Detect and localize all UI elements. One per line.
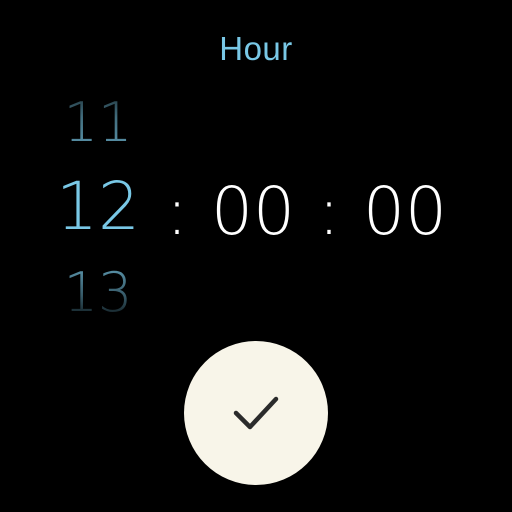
hour-option-previous[interactable]: 11 <box>48 96 148 150</box>
hour-picker[interactable]: 11 12 13 <box>48 90 148 330</box>
confirm-button[interactable] <box>184 341 328 485</box>
hour-option-next[interactable]: 13 <box>48 266 148 320</box>
hour-option-selected[interactable]: 12 <box>48 174 148 240</box>
time-separator: : <box>165 173 189 250</box>
minutes-value[interactable]: 00 <box>194 179 312 245</box>
time-remainder: : 00 : 00 <box>160 172 464 252</box>
seconds-value[interactable]: 00 <box>346 179 464 245</box>
check-icon <box>233 396 279 430</box>
time-separator: : <box>317 173 341 250</box>
picker-title: Hour <box>219 30 293 67</box>
time-picker-screen: Hour 11 12 13 : 00 : 00 <box>0 0 512 512</box>
